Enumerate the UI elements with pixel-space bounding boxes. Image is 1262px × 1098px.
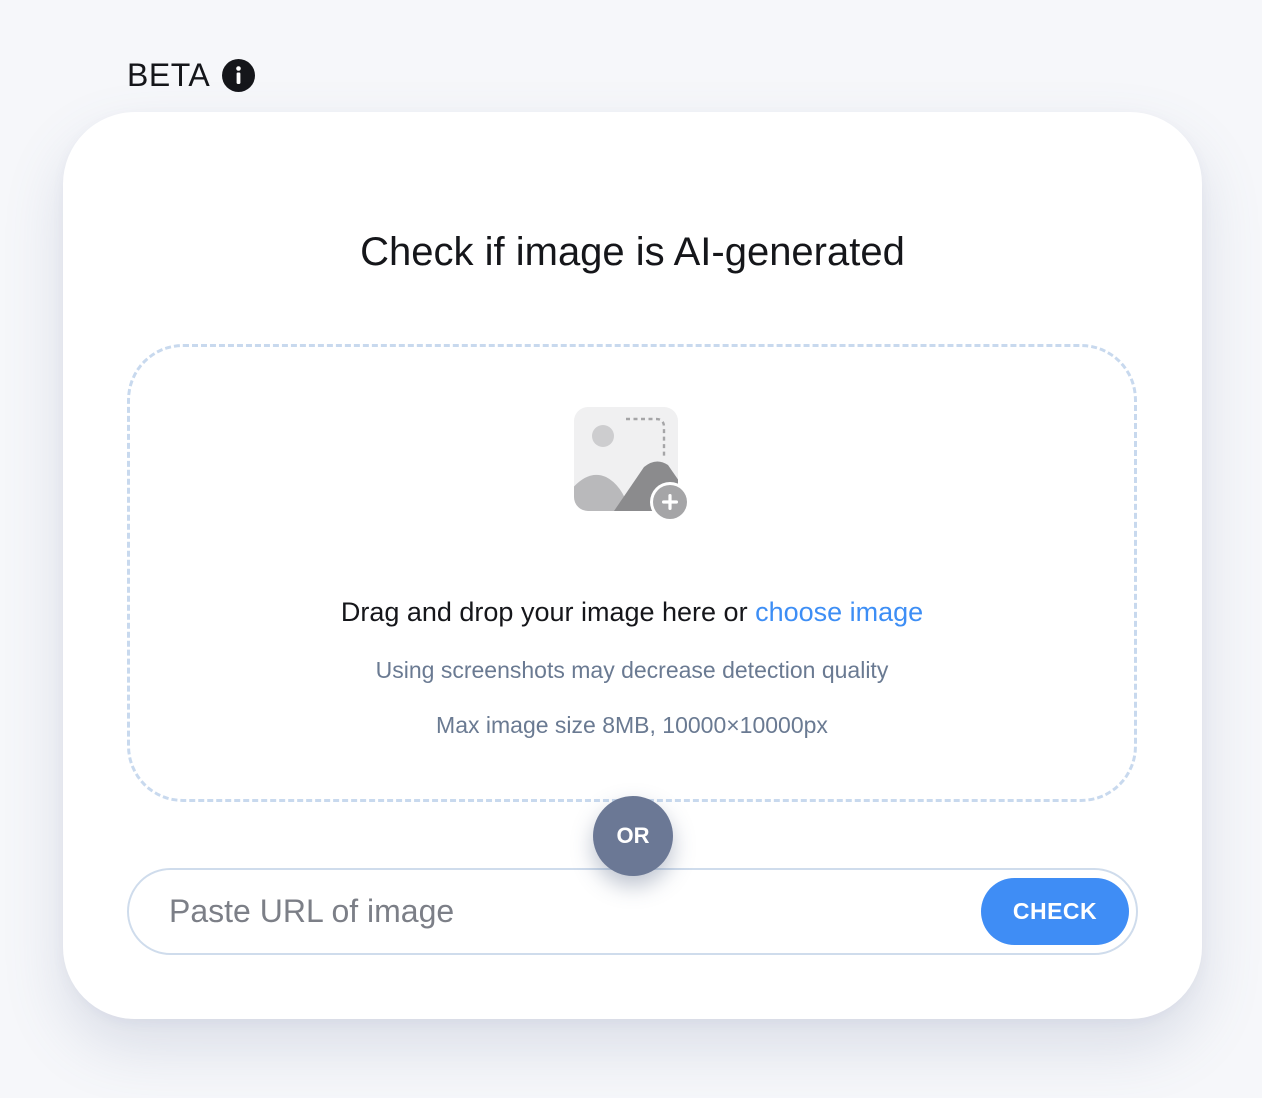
beta-label: BETA <box>127 56 211 93</box>
image-dropzone[interactable]: Drag and drop your image here or choose … <box>127 344 1137 802</box>
beta-header: BETA <box>127 56 256 94</box>
image-url-input[interactable] <box>169 870 949 953</box>
quality-hint: Using screenshots may decrease detection… <box>375 657 889 683</box>
card-title: Check if image is AI-generated <box>360 230 905 274</box>
image-add-icon <box>574 407 690 522</box>
drop-text: Drag and drop your image here or <box>340 597 756 627</box>
or-separator: OR <box>593 796 673 876</box>
drop-instructions: Drag and drop your image here or choose … <box>130 597 1134 628</box>
url-form: CHECK <box>127 868 1138 955</box>
check-button[interactable]: CHECK <box>981 878 1129 945</box>
choose-image-link[interactable]: choose image <box>755 597 923 627</box>
info-icon[interactable] <box>222 58 256 92</box>
size-limit-hint: Max image size 8MB, 10000×10000px <box>436 712 828 738</box>
detector-card: Check if image is AI-generated Drag and … <box>63 112 1202 1019</box>
